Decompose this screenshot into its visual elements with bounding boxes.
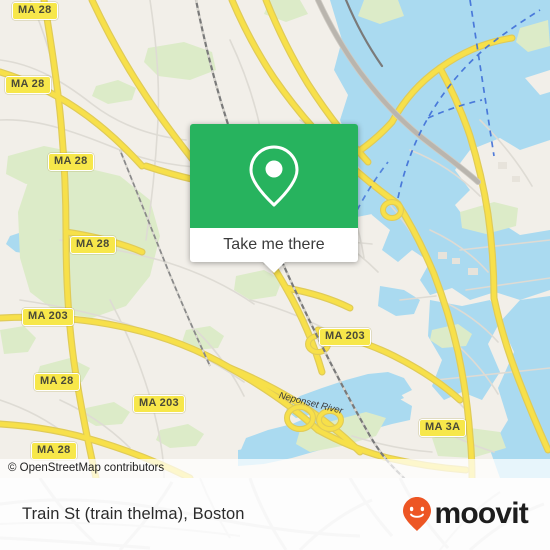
map-pin-icon <box>249 145 299 207</box>
footer-bar: Train St (train thelma), Boston moovit <box>0 478 550 550</box>
moovit-station-map-page: Neponset River MA 28 MA 28 MA 28 MA 28 M… <box>0 0 550 550</box>
moovit-brand-logo[interactable]: moovit <box>402 496 529 532</box>
highway-shield[interactable]: MA 203 <box>319 328 371 346</box>
poi-card-header <box>190 124 358 228</box>
highway-shield[interactable]: MA 28 <box>70 236 116 254</box>
highway-shield[interactable]: MA 203 <box>133 395 185 413</box>
highway-shield[interactable]: MA 28 <box>12 2 58 20</box>
moovit-smiley-pin-icon <box>403 497 432 531</box>
footer-content: Train St (train thelma), Boston moovit <box>0 478 550 550</box>
highway-shield[interactable]: MA 28 <box>5 76 51 94</box>
highway-shield[interactable]: MA 3A <box>419 419 467 437</box>
location-title: Train St (train thelma), Boston <box>22 504 245 523</box>
poi-card-pointer <box>263 262 285 273</box>
poi-callout-card[interactable]: Take me there <box>190 124 358 273</box>
highway-shield[interactable]: MA 28 <box>48 153 94 171</box>
highway-shield[interactable]: MA 28 <box>31 442 77 460</box>
moovit-wordmark: moovit <box>434 497 528 530</box>
highway-shield[interactable]: MA 203 <box>22 308 74 326</box>
osm-attribution[interactable]: © OpenStreetMap contributors <box>0 459 550 478</box>
take-me-there-button[interactable]: Take me there <box>190 228 358 262</box>
highway-shield[interactable]: MA 28 <box>34 373 80 391</box>
